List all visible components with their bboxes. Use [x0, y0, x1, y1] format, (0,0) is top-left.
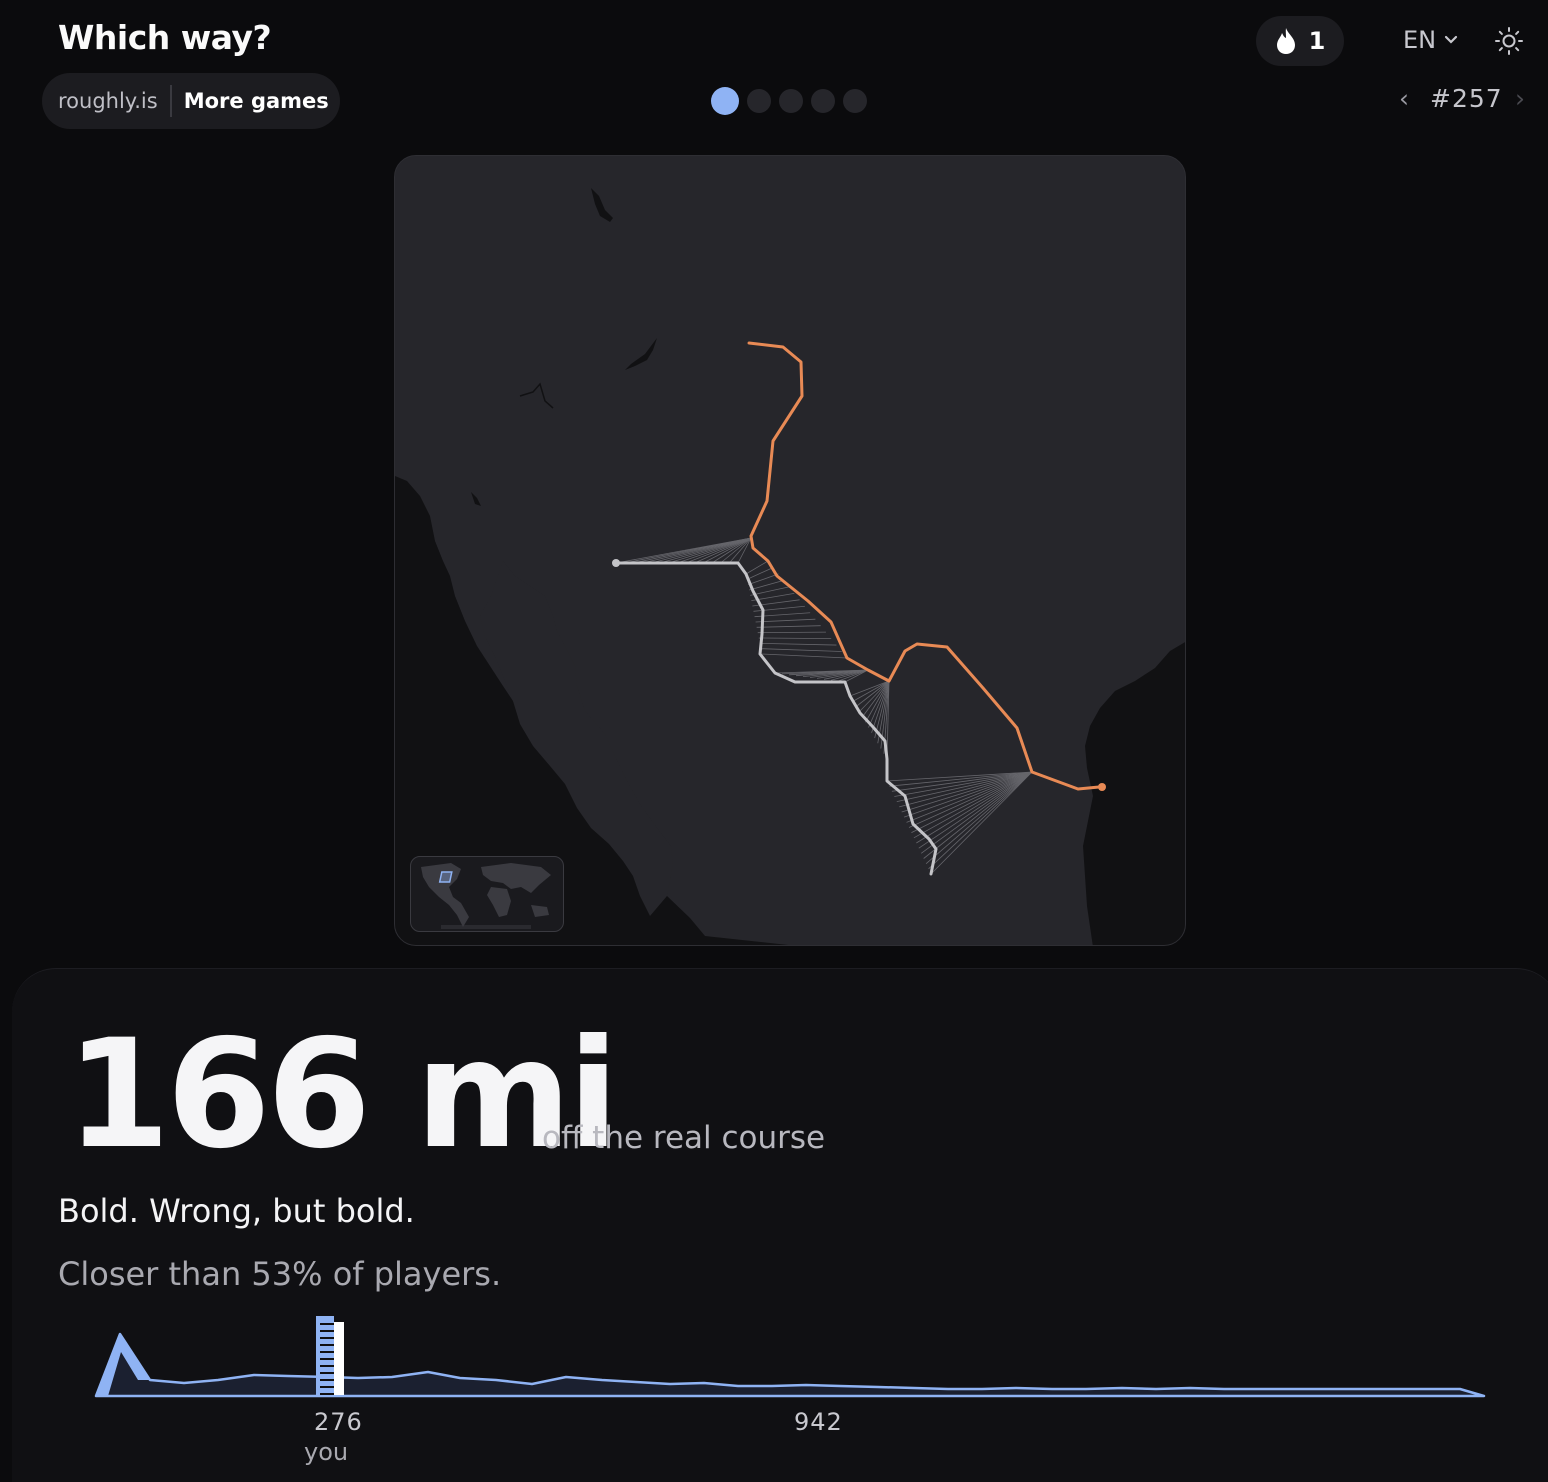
route-map[interactable]	[394, 155, 1186, 946]
lake-north	[591, 188, 613, 222]
distribution-chart	[94, 1316, 1486, 1398]
you-label: you	[304, 1438, 349, 1466]
chevron-down-icon	[1445, 35, 1458, 44]
pill-divider	[169, 85, 172, 117]
language-select[interactable]: EN	[1403, 26, 1458, 54]
more-games-link[interactable]: More games	[184, 89, 329, 113]
round-progress	[711, 87, 867, 115]
game-title: Which way?	[58, 18, 272, 57]
language-label: EN	[1403, 26, 1437, 54]
lake-middle	[625, 338, 657, 370]
round-dot-3[interactable]	[779, 89, 803, 113]
round-dot-2[interactable]	[747, 89, 771, 113]
world-minimap	[410, 856, 564, 932]
lake-small	[471, 492, 481, 506]
world-minimap-svg	[421, 863, 551, 929]
distance-value: 166 mi	[66, 1008, 619, 1182]
guess-route-start	[612, 559, 620, 567]
round-dot-5[interactable]	[843, 89, 867, 113]
real-route	[747, 341, 1104, 791]
site-pill: roughly.is More games	[42, 73, 340, 129]
viewport-indicator	[438, 871, 453, 883]
sun-icon[interactable]	[1494, 26, 1524, 56]
streak-badge[interactable]: 1	[1256, 16, 1344, 66]
river-mark	[519, 382, 554, 409]
gulf-of-mexico	[1083, 642, 1185, 945]
deviation-lines	[615, 537, 1033, 875]
real-route-end	[1098, 783, 1106, 791]
percentile-text: Closer than 53% of players.	[58, 1255, 502, 1293]
round-dot-4[interactable]	[811, 89, 835, 113]
distance-caption: off the real course	[542, 1120, 826, 1156]
round-dot-1[interactable]	[711, 87, 739, 115]
streak-count: 1	[1308, 27, 1326, 55]
next-puzzle-button[interactable]: ›	[1515, 84, 1525, 113]
flame-icon	[1276, 28, 1295, 54]
verdict-text: Bold. Wrong, but bold.	[58, 1192, 415, 1230]
x-tick-276: 276	[314, 1408, 363, 1436]
puzzle-number: #257	[1430, 84, 1503, 113]
site-link[interactable]: roughly.is	[58, 89, 158, 113]
distribution-area	[94, 1332, 1486, 1398]
prev-puzzle-button[interactable]: ‹	[1399, 84, 1409, 113]
map-canvas	[395, 188, 1185, 945]
you-marker	[316, 1316, 344, 1396]
x-tick-942: 942	[794, 1408, 843, 1436]
